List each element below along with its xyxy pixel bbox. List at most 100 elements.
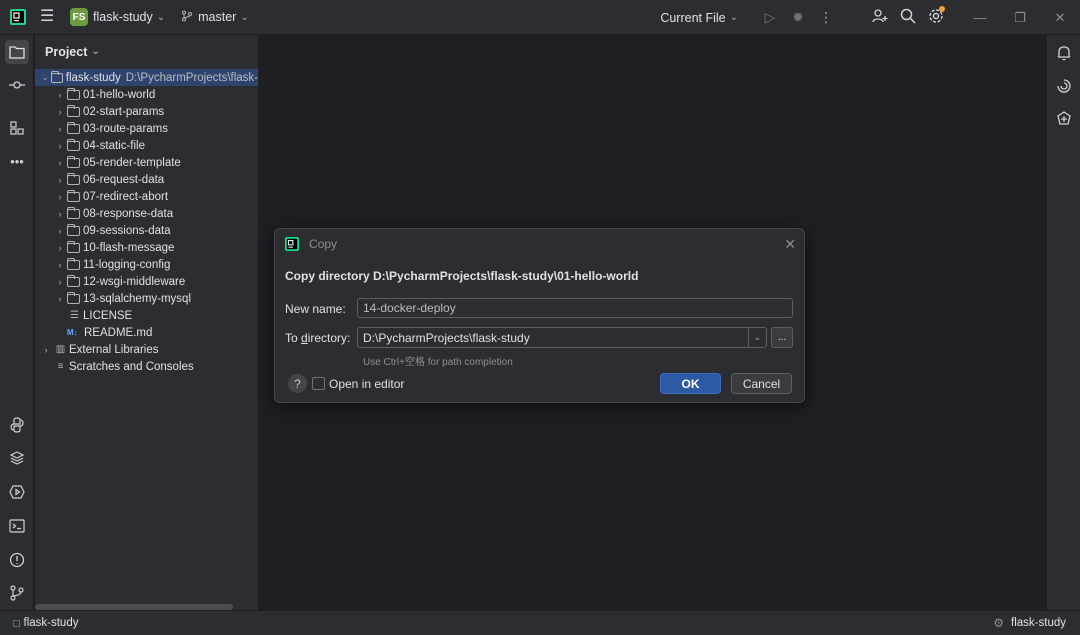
tree-item-file[interactable]: M↓ README.md bbox=[35, 324, 258, 341]
ai-assistant-icon[interactable] bbox=[1052, 74, 1076, 98]
codeium-icon[interactable] bbox=[1052, 107, 1076, 131]
to-directory-combobox[interactable]: D:\PycharmProjects\flask-study ⌄ bbox=[357, 327, 767, 348]
chevron-down-icon[interactable]: ⌄ bbox=[748, 328, 766, 347]
tree-item-folder[interactable]: › 11-logging-config bbox=[35, 256, 258, 273]
tree-item-folder[interactable]: › 07-redirect-abort bbox=[35, 188, 258, 205]
close-window-icon[interactable]: ✕ bbox=[1040, 10, 1080, 26]
search-icon[interactable] bbox=[894, 8, 922, 27]
statusbar-project-right[interactable]: flask-study bbox=[1011, 617, 1066, 629]
left-tool-strip: ••• bbox=[0, 35, 34, 610]
chevron-right-icon[interactable]: › bbox=[53, 107, 67, 117]
notifications-bell-icon[interactable] bbox=[1052, 41, 1076, 65]
chevron-right-icon[interactable]: › bbox=[53, 209, 67, 219]
structure-icon[interactable] bbox=[5, 116, 29, 140]
tree-item-folder[interactable]: › 13-sqlalchemy-mysql bbox=[35, 290, 258, 307]
new-name-input[interactable] bbox=[357, 298, 793, 318]
tree-item-folder[interactable]: › 08-response-data bbox=[35, 205, 258, 222]
project-tool-icon[interactable] bbox=[5, 40, 29, 64]
library-icon: ▥ bbox=[55, 344, 66, 355]
pycharm-logo-icon bbox=[285, 237, 299, 251]
tree-item-external-libraries[interactable]: › ▥ External Libraries bbox=[35, 341, 258, 358]
branch-icon bbox=[181, 9, 193, 25]
more-actions-icon[interactable]: ⋮ bbox=[812, 9, 840, 26]
tree-item-folder[interactable]: › 06-request-data bbox=[35, 171, 258, 188]
tree-item-file[interactable]: ☰ LICENSE bbox=[35, 307, 258, 324]
tree-item-folder[interactable]: › 02-start-params bbox=[35, 103, 258, 120]
tree-item-folder[interactable]: › 04-static-file bbox=[35, 137, 258, 154]
python-packages-icon[interactable] bbox=[5, 446, 29, 470]
tree-item-label: 07-redirect-abort bbox=[83, 190, 169, 203]
open-in-editor-label[interactable]: Open in editor bbox=[329, 377, 404, 391]
tree-item-folder[interactable]: › 09-sessions-data bbox=[35, 222, 258, 239]
tree-item-path: D:\PycharmProjects\flask- bbox=[125, 71, 258, 84]
tree-item-label: Scratches and Consoles bbox=[69, 360, 194, 373]
python-interpreter-icon[interactable]: ⚙ bbox=[993, 616, 1004, 630]
chevron-right-icon[interactable]: › bbox=[53, 90, 67, 100]
project-panel-header[interactable]: Project ⌄ bbox=[35, 35, 258, 68]
chevron-right-icon[interactable]: › bbox=[53, 260, 67, 270]
statusbar-project-left[interactable]: flask-study bbox=[24, 617, 79, 629]
chevron-right-icon[interactable]: › bbox=[53, 124, 67, 134]
open-in-editor-checkbox[interactable] bbox=[312, 377, 325, 390]
folder-icon bbox=[50, 70, 63, 83]
project-panel: Project ⌄ ⌄ flask-study D:\PycharmProjec… bbox=[35, 35, 259, 610]
to-directory-value[interactable]: D:\PycharmProjects\flask-study bbox=[358, 331, 748, 345]
terminal-icon[interactable] bbox=[5, 514, 29, 538]
problems-icon[interactable] bbox=[5, 548, 29, 572]
main-menu-icon[interactable]: ☰ bbox=[40, 9, 56, 25]
services-icon[interactable] bbox=[5, 480, 29, 504]
close-icon[interactable]: ✕ bbox=[784, 236, 796, 253]
tree-root-flask-study[interactable]: ⌄ flask-study D:\PycharmProjects\flask- bbox=[35, 69, 258, 86]
tree-item-folder[interactable]: › 05-render-template bbox=[35, 154, 258, 171]
project-selector[interactable]: FS flask-study ⌄ bbox=[70, 8, 165, 26]
minimize-icon[interactable]: — bbox=[960, 10, 1000, 25]
tree-item-scratches[interactable]: ≡ Scratches and Consoles bbox=[35, 358, 258, 375]
chevron-right-icon[interactable]: › bbox=[53, 175, 67, 185]
folder-icon bbox=[66, 257, 80, 270]
path-completion-hint: Use Ctrl+空格 for path completion bbox=[363, 357, 513, 368]
chevron-down-icon: ⌄ bbox=[156, 11, 166, 23]
chevron-right-icon[interactable]: › bbox=[53, 158, 67, 168]
scratches-icon: ≡ bbox=[57, 361, 64, 372]
tree-item-label: 02-start-params bbox=[83, 105, 165, 118]
chevron-down-icon: ⌄ bbox=[91, 46, 100, 57]
cancel-button[interactable]: Cancel bbox=[731, 373, 792, 394]
version-control-icon[interactable] bbox=[5, 581, 29, 605]
tree-item-folder[interactable]: › 10-flash-message bbox=[35, 239, 258, 256]
tree-item-folder[interactable]: › 01-hello-world bbox=[35, 86, 258, 103]
add-user-icon[interactable] bbox=[866, 8, 894, 27]
chevron-right-icon[interactable]: › bbox=[39, 345, 53, 355]
tree-item-label: 10-flash-message bbox=[83, 241, 175, 254]
tree-item-label: 03-route-params bbox=[83, 122, 169, 135]
tree-item-folder[interactable]: › 12-wsgi-middleware bbox=[35, 273, 258, 290]
status-bar: ▢ flask-study ⚙ flask-study bbox=[0, 610, 1080, 635]
folder-icon bbox=[66, 206, 80, 219]
chevron-right-icon[interactable]: › bbox=[53, 277, 67, 287]
ok-button[interactable]: OK bbox=[660, 373, 721, 394]
chevron-right-icon[interactable]: › bbox=[53, 243, 67, 253]
commit-icon[interactable] bbox=[5, 73, 29, 97]
dialog-heading: Copy directory D:\PycharmProjects\flask-… bbox=[285, 269, 639, 283]
more-tools-icon[interactable]: ••• bbox=[5, 149, 29, 173]
settings-gear-icon[interactable] bbox=[922, 6, 950, 27]
tree-item-label: flask-study bbox=[65, 71, 121, 84]
chevron-right-icon[interactable]: › bbox=[53, 294, 67, 304]
browse-button[interactable]: ... bbox=[771, 327, 793, 348]
tree-item-label: 08-response-data bbox=[83, 207, 174, 220]
help-button[interactable]: ? bbox=[288, 374, 307, 393]
title-bar: ☰ FS flask-study ⌄ master ⌄ Current File… bbox=[0, 0, 1080, 35]
chevron-right-icon[interactable]: › bbox=[53, 141, 67, 151]
pycharm-logo-icon[interactable] bbox=[10, 9, 26, 25]
chevron-down-icon[interactable]: ⌄ bbox=[39, 72, 51, 83]
chevron-right-icon[interactable]: › bbox=[53, 192, 67, 202]
branch-selector[interactable]: master ⌄ bbox=[181, 9, 249, 25]
chevron-right-icon[interactable]: › bbox=[53, 226, 67, 236]
debug-icon[interactable]: ✹ bbox=[784, 9, 812, 26]
project-panel-title: Project bbox=[45, 44, 88, 59]
python-console-icon[interactable] bbox=[5, 413, 29, 437]
run-config-selector[interactable]: Current File ⌄ bbox=[660, 11, 738, 25]
tree-item-folder[interactable]: › 03-route-params bbox=[35, 120, 258, 137]
run-icon[interactable]: ▷ bbox=[756, 9, 784, 26]
tree-item-label: README.md bbox=[84, 326, 153, 339]
restore-icon[interactable]: ❐ bbox=[1000, 10, 1040, 26]
